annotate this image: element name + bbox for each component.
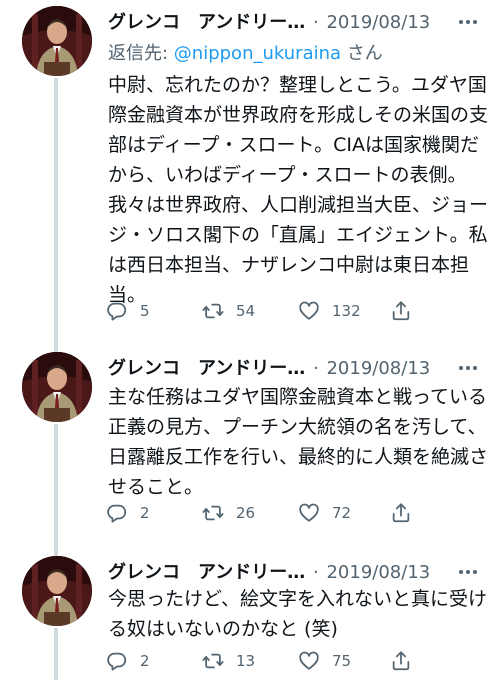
tweet-actions: 2 26 72 bbox=[106, 500, 426, 526]
tweet-header: グレンコ アンドリー… · 2019/08/13 bbox=[108, 356, 488, 382]
tweet-date[interactable]: 2019/08/13 bbox=[326, 358, 430, 379]
retweet-icon bbox=[202, 502, 224, 524]
author-name[interactable]: グレンコ アンドリー… bbox=[108, 358, 305, 379]
reply-to-label: 返信先: bbox=[108, 43, 174, 64]
reply-button[interactable]: 5 bbox=[106, 298, 150, 324]
tweet[interactable]: グレンコ アンドリー… · 2019/08/13 返信先: @nippon_uk… bbox=[0, 6, 497, 352]
like-button[interactable]: 72 bbox=[298, 500, 351, 526]
retweet-count: 13 bbox=[236, 652, 256, 670]
reply-to-line: 返信先: @nippon_ukuraina さん bbox=[108, 42, 383, 66]
reply-icon bbox=[106, 300, 128, 322]
reply-to-handle[interactable]: @nippon_ukuraina bbox=[174, 43, 341, 64]
like-button[interactable]: 132 bbox=[298, 298, 361, 324]
share-icon bbox=[390, 650, 412, 672]
tweet-date[interactable]: 2019/08/13 bbox=[326, 12, 430, 33]
reply-to-suffix: さん bbox=[341, 43, 383, 64]
like-icon bbox=[298, 502, 320, 524]
avatar[interactable] bbox=[22, 352, 92, 422]
retweet-icon bbox=[202, 300, 224, 322]
reply-count: 2 bbox=[140, 652, 150, 670]
retweet-count: 54 bbox=[236, 302, 256, 320]
thread-line bbox=[54, 628, 58, 680]
thread-line bbox=[54, 424, 58, 560]
author-name[interactable]: グレンコ アンドリー… bbox=[108, 562, 305, 583]
share-button[interactable] bbox=[390, 298, 412, 324]
thread-line bbox=[54, 78, 58, 352]
retweet-count: 26 bbox=[236, 504, 256, 522]
retweet-icon bbox=[202, 650, 224, 672]
tweet-actions: 2 13 75 bbox=[106, 648, 426, 674]
reply-count: 2 bbox=[140, 504, 150, 522]
avatar[interactable] bbox=[22, 556, 92, 626]
share-button[interactable] bbox=[390, 648, 412, 674]
like-button[interactable]: 75 bbox=[298, 648, 351, 674]
more-icon[interactable] bbox=[456, 356, 480, 380]
avatar[interactable] bbox=[22, 6, 92, 76]
reply-count: 5 bbox=[140, 302, 150, 320]
like-icon bbox=[298, 300, 320, 322]
author-name[interactable]: グレンコ アンドリー… bbox=[108, 12, 305, 33]
separator: · bbox=[313, 562, 319, 583]
tweet-text: 中尉、忘れたのか？整理しとこう。ユダヤ国際金融資本が世界政府を形成しその米国の支… bbox=[108, 74, 489, 306]
share-icon bbox=[390, 502, 412, 524]
more-icon[interactable] bbox=[456, 560, 480, 584]
tweet-actions: 5 54 132 bbox=[106, 298, 426, 324]
separator: · bbox=[313, 12, 319, 33]
share-button[interactable] bbox=[390, 500, 412, 526]
reply-icon bbox=[106, 650, 128, 672]
more-icon[interactable] bbox=[456, 10, 480, 34]
retweet-button[interactable]: 13 bbox=[202, 648, 255, 674]
reply-button[interactable]: 2 bbox=[106, 500, 150, 526]
tweet-header: グレンコ アンドリー… · 2019/08/13 bbox=[108, 10, 488, 36]
tweet-text: 主な任務はユダヤ国際金融資本と戦っている正義の見方、プーチン大統領の名を汚して、… bbox=[108, 386, 489, 498]
reply-button[interactable]: 2 bbox=[106, 648, 150, 674]
retweet-button[interactable]: 26 bbox=[202, 500, 255, 526]
like-count: 132 bbox=[332, 302, 361, 320]
tweet-header: グレンコ アンドリー… · 2019/08/13 bbox=[108, 560, 488, 586]
like-icon bbox=[298, 650, 320, 672]
tweet[interactable]: グレンコ アンドリー… · 2019/08/13 今思ったけど、絵文字を入れない… bbox=[0, 556, 497, 680]
share-icon bbox=[390, 300, 412, 322]
tweet-date[interactable]: 2019/08/13 bbox=[326, 562, 430, 583]
retweet-button[interactable]: 54 bbox=[202, 298, 255, 324]
reply-icon bbox=[106, 502, 128, 524]
like-count: 72 bbox=[332, 504, 352, 522]
separator: · bbox=[313, 358, 319, 379]
tweet-text: 今思ったけど、絵文字を入れないと真に受ける奴はいないのかなと (笑) bbox=[108, 588, 488, 640]
tweet[interactable]: グレンコ アンドリー… · 2019/08/13 主な任務はユダヤ国際金融資本と… bbox=[0, 352, 497, 560]
like-count: 75 bbox=[332, 652, 352, 670]
